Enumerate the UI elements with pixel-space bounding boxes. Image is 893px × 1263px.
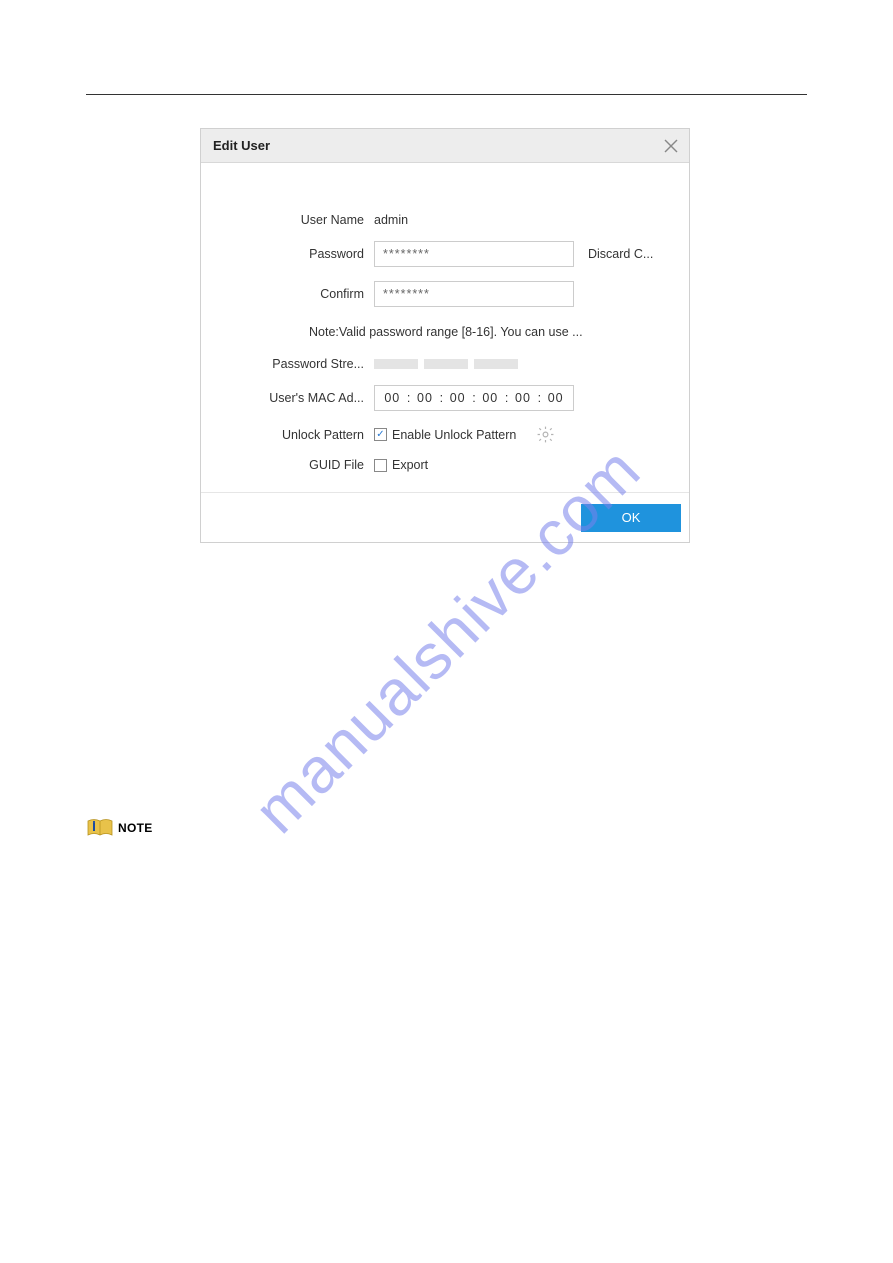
close-icon[interactable] <box>663 138 679 154</box>
gear-icon[interactable] <box>536 425 555 444</box>
strength-bar-2 <box>424 359 468 369</box>
strength-meter <box>374 359 518 369</box>
guid-label: GUID File <box>219 458 374 472</box>
mac-input[interactable]: 00: 00: 00: 00: 00: 00 <box>374 385 574 411</box>
mac-label: User's MAC Ad... <box>219 391 374 405</box>
username-label: User Name <box>219 213 374 227</box>
password-input[interactable] <box>374 241 574 267</box>
dialog-footer: OK <box>201 492 689 542</box>
mac-seg-3[interactable]: 00 <box>480 391 500 405</box>
row-confirm: Confirm <box>219 281 671 307</box>
strength-label: Password Stre... <box>219 357 374 371</box>
guid-checkbox-wrap[interactable]: Export <box>374 458 428 472</box>
unlock-checkbox-label: Enable Unlock Pattern <box>392 428 516 442</box>
strength-bar-1 <box>374 359 418 369</box>
row-mac: User's MAC Ad... 00: 00: 00: 00: 00: 00 <box>219 385 671 411</box>
row-unlock: Unlock Pattern ✓ Enable Unlock Pattern <box>219 425 671 444</box>
confirm-input[interactable] <box>374 281 574 307</box>
strength-bar-3 <box>474 359 518 369</box>
password-label: Password <box>219 247 374 261</box>
dialog-title: Edit User <box>213 138 270 153</box>
ok-button[interactable]: OK <box>581 504 681 532</box>
guid-checkbox[interactable] <box>374 459 387 472</box>
note-text: NOTE <box>118 821 153 835</box>
row-strength: Password Stre... <box>219 357 671 371</box>
row-username: User Name admin <box>219 213 671 227</box>
book-icon <box>86 818 114 838</box>
discard-changes-link[interactable]: Discard C... <box>588 247 653 261</box>
unlock-checkbox[interactable]: ✓ <box>374 428 387 441</box>
guid-checkbox-label: Export <box>392 458 428 472</box>
confirm-label: Confirm <box>219 287 374 301</box>
row-guid: GUID File Export <box>219 458 671 472</box>
username-value: admin <box>374 213 574 227</box>
mac-seg-2[interactable]: 00 <box>448 391 468 405</box>
mac-seg-0[interactable]: 00 <box>382 391 402 405</box>
edit-user-dialog: Edit User User Name admin Password Disca… <box>200 128 690 543</box>
mac-seg-1[interactable]: 00 <box>415 391 435 405</box>
password-note: Note:Valid password range [8-16]. You ca… <box>309 325 671 339</box>
horizontal-rule <box>86 94 807 95</box>
mac-seg-5[interactable]: 00 <box>546 391 566 405</box>
dialog-header: Edit User <box>201 129 689 163</box>
row-password: Password Discard C... <box>219 241 671 267</box>
note-callout: NOTE <box>86 817 157 839</box>
unlock-checkbox-wrap[interactable]: ✓ Enable Unlock Pattern <box>374 428 516 442</box>
mac-seg-4[interactable]: 00 <box>513 391 533 405</box>
dialog-body: User Name admin Password Discard C... Co… <box>201 163 689 492</box>
unlock-label: Unlock Pattern <box>219 428 374 442</box>
